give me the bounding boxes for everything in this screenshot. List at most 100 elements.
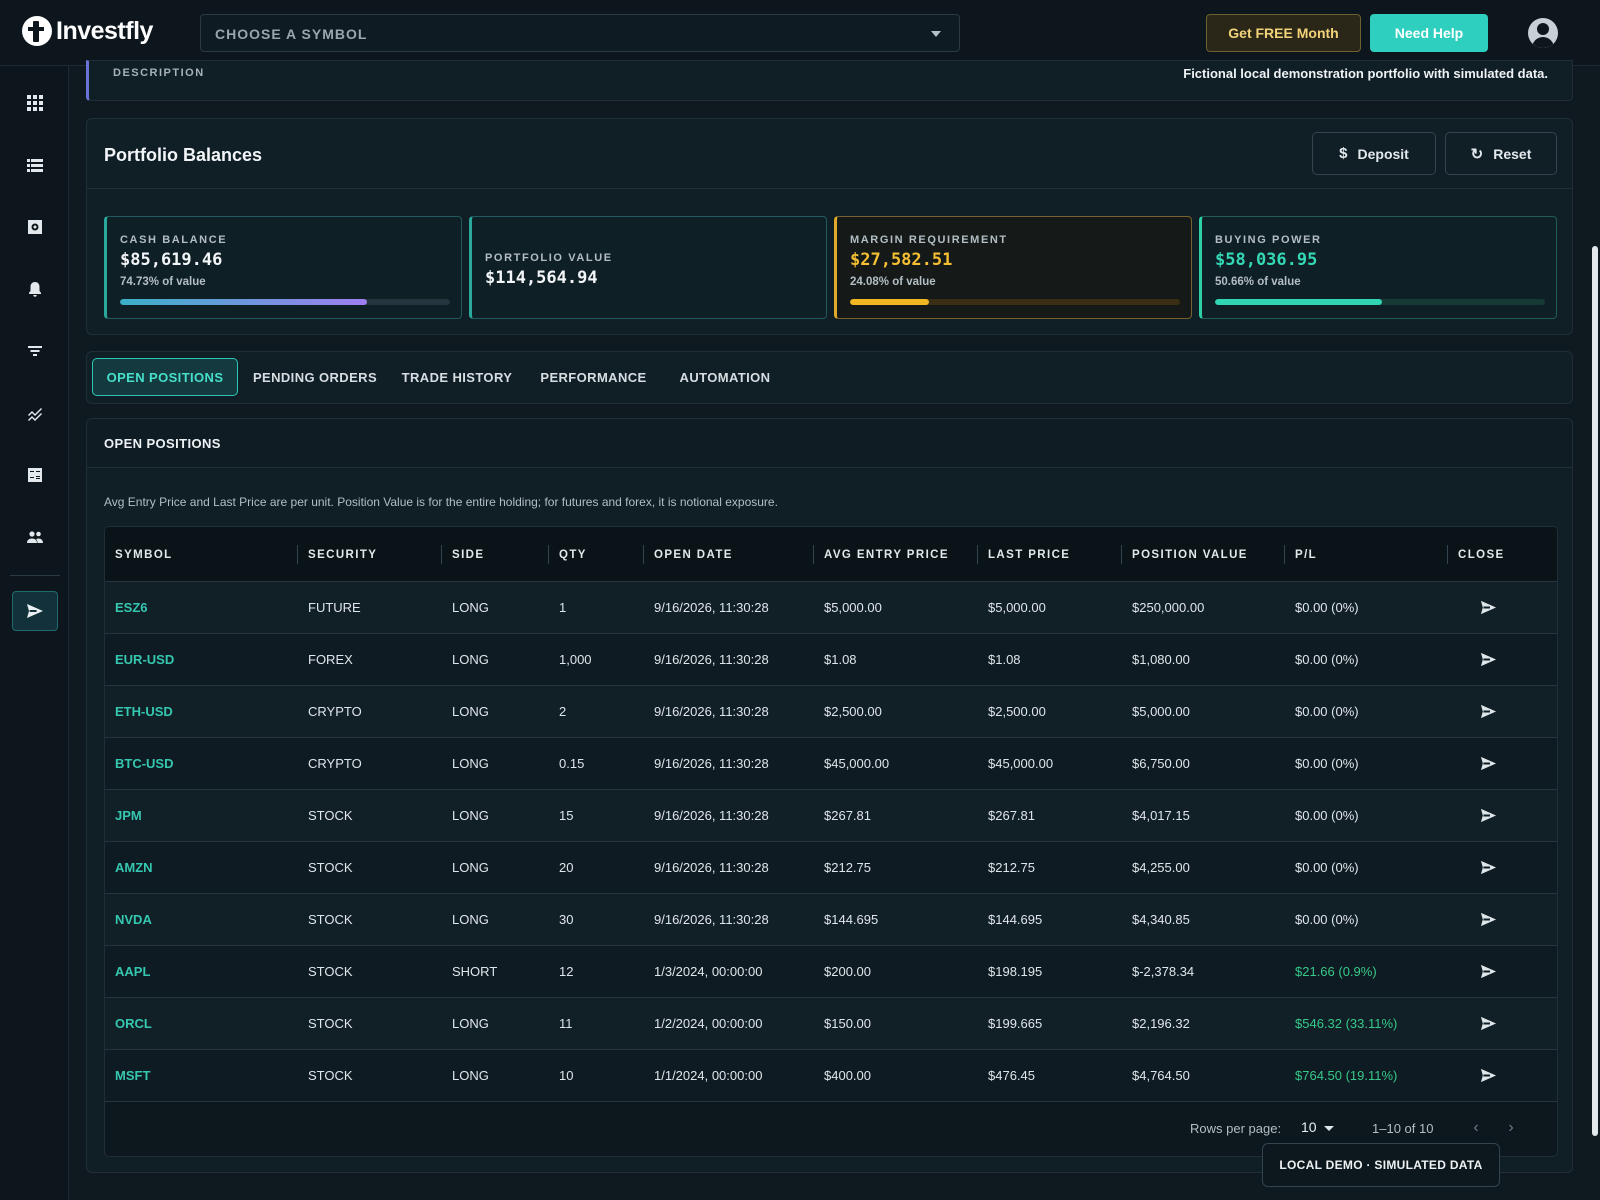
column-header-symbol[interactable]: SYMBOL xyxy=(105,527,298,582)
cell-pl: $546.32 (33.11%) xyxy=(1295,1016,1398,1031)
scrollbar-thumb[interactable] xyxy=(1592,246,1598,1136)
open-positions-panel: OPEN POSITIONS Avg Entry Price and Last … xyxy=(86,418,1573,1173)
cell-symbol[interactable]: AMZN xyxy=(105,842,298,893)
column-header-qty[interactable]: QTY xyxy=(549,527,644,582)
cell-pl: $0.00 (0%) xyxy=(1295,652,1359,667)
bell-icon[interactable] xyxy=(12,269,58,309)
cell-security: CRYPTO xyxy=(308,704,362,719)
column-separator[interactable] xyxy=(297,545,298,564)
cell-symbol[interactable]: NVDA xyxy=(105,894,298,945)
cell-open-date: 9/16/2026, 11:30:28 xyxy=(654,652,769,667)
cell-symbol[interactable]: ORCL xyxy=(105,998,298,1049)
column-header-last-price[interactable]: LAST PRICE xyxy=(978,527,1122,582)
brand-name: Investfly xyxy=(56,16,153,45)
margin-requirement-card: MARGIN REQUIREMENT $27,582.51 24.08% of … xyxy=(834,216,1192,319)
need-help-button[interactable]: Need Help xyxy=(1370,14,1488,52)
table-row: MSFT STOCK LONG 10 1/1/2024, 00:00:00 $400.00… xyxy=(105,1050,1557,1102)
column-separator[interactable] xyxy=(643,545,644,564)
tab-automation[interactable]: AUTOMATION xyxy=(665,358,785,396)
column-header-open-date[interactable]: OPEN DATE xyxy=(644,527,814,582)
close-position-button[interactable] xyxy=(1448,998,1557,1049)
column-separator[interactable] xyxy=(813,545,814,564)
grid-icon[interactable] xyxy=(12,83,58,123)
gear-box-icon[interactable] xyxy=(12,207,58,247)
stat-percent: 74.73% of value xyxy=(120,276,206,288)
tab-performance[interactable]: PERFORMANCE xyxy=(531,358,656,396)
close-position-button[interactable] xyxy=(1448,1050,1557,1101)
tab-open-positions[interactable]: OPEN POSITIONS xyxy=(92,358,238,396)
close-position-button[interactable] xyxy=(1448,946,1557,997)
positions-table: SYMBOL SECURITY SIDE QTY OPEN DATE AVG ENTRY … xyxy=(104,526,1558,1157)
symbol-select[interactable]: CHOOSE A SYMBOL xyxy=(200,14,960,52)
cell-symbol[interactable]: ESZ6 xyxy=(105,582,298,633)
send-icon[interactable] xyxy=(12,591,58,631)
column-header-avg-entry-price[interactable]: AVG ENTRY PRICE xyxy=(814,527,978,582)
cell-symbol[interactable]: JPM xyxy=(105,790,298,841)
deposit-button[interactable]: $ Deposit xyxy=(1312,132,1436,175)
cell-open-date: 1/1/2024, 00:00:00 xyxy=(654,1068,763,1083)
send-icon xyxy=(1480,964,1497,979)
cell-symbol[interactable]: ETH-USD xyxy=(105,686,298,737)
chevron-down-icon[interactable] xyxy=(1324,1126,1334,1131)
people-icon[interactable] xyxy=(12,517,58,557)
column-separator[interactable] xyxy=(1447,545,1448,564)
cell-avg-entry-price: $5,000.00 xyxy=(824,600,882,615)
cell-qty: 1 xyxy=(559,600,567,615)
column-separator[interactable] xyxy=(548,545,549,564)
close-position-button[interactable] xyxy=(1448,894,1557,945)
close-position-button[interactable] xyxy=(1448,738,1557,789)
column-header-position-value[interactable]: POSITION VALUE xyxy=(1122,527,1285,582)
send-icon xyxy=(1480,912,1497,927)
column-separator[interactable] xyxy=(977,545,978,564)
cell-last-price: $5,000.00 xyxy=(988,600,1046,615)
filter-icon[interactable] xyxy=(12,331,58,371)
cell-symbol[interactable]: AAPL xyxy=(105,946,298,997)
cell-open-date: 9/16/2026, 11:30:28 xyxy=(654,704,769,719)
send-icon xyxy=(1480,652,1497,667)
tab-trade-history[interactable]: TRADE HISTORY xyxy=(392,358,522,396)
sidebar xyxy=(0,66,69,1200)
portfolio-balances-card: Portfolio Balances $ Deposit ↻ Reset CAS… xyxy=(86,118,1573,335)
cell-security: STOCK xyxy=(308,1068,353,1083)
close-position-button[interactable] xyxy=(1448,634,1557,685)
cell-avg-entry-price: $45,000.00 xyxy=(824,756,890,771)
cell-symbol[interactable]: BTC-USD xyxy=(105,738,298,789)
calculator-icon[interactable] xyxy=(12,455,58,495)
tab-pending-orders[interactable]: PENDING ORDERS xyxy=(247,358,383,396)
stat-percent: 24.08% of value xyxy=(850,276,936,288)
close-position-button[interactable] xyxy=(1448,842,1557,893)
column-header-side[interactable]: SIDE xyxy=(442,527,549,582)
cell-symbol[interactable]: MSFT xyxy=(105,1050,298,1101)
logo[interactable]: Investfly xyxy=(22,16,153,46)
free-month-button[interactable]: Get FREE Month xyxy=(1206,14,1361,52)
chart-lines-icon[interactable] xyxy=(12,393,58,433)
account-icon[interactable] xyxy=(1528,18,1558,48)
table-row: ETH-USD CRYPTO LONG 2 9/16/2026, 11:30:28 $2,… xyxy=(105,686,1557,738)
rows-per-page-select[interactable]: 10 xyxy=(1301,1119,1317,1135)
cell-pl: $0.00 (0%) xyxy=(1295,704,1359,719)
cell-pl: $764.50 (19.11%) xyxy=(1295,1068,1398,1083)
close-position-button[interactable] xyxy=(1448,790,1557,841)
cell-open-date: 9/16/2026, 11:30:28 xyxy=(654,860,769,875)
chevron-left-icon[interactable]: ‹ xyxy=(1464,1116,1488,1140)
close-position-button[interactable] xyxy=(1448,686,1557,737)
chevron-right-icon[interactable]: › xyxy=(1499,1116,1523,1140)
column-separator[interactable] xyxy=(1121,545,1122,564)
balances-title: Portfolio Balances xyxy=(104,145,263,165)
cell-symbol[interactable]: EUR-USD xyxy=(105,634,298,685)
column-separator[interactable] xyxy=(1284,545,1285,564)
cell-position-value: $-2,378.34 xyxy=(1132,964,1195,979)
rows-per-page-label: Rows per page: xyxy=(1190,1121,1282,1136)
table-row: AAPL STOCK SHORT 12 1/3/2024, 00:00:00 $200.0… xyxy=(105,946,1557,998)
list-icon[interactable] xyxy=(12,145,58,185)
column-header-close[interactable]: CLOSE xyxy=(1448,527,1557,582)
column-header-pl[interactable]: P/L xyxy=(1285,527,1448,582)
cell-avg-entry-price: $150.00 xyxy=(824,1016,871,1031)
cell-pl: $0.00 (0%) xyxy=(1295,808,1359,823)
close-position-button[interactable] xyxy=(1448,582,1557,633)
send-icon xyxy=(1480,1016,1497,1031)
column-header-security[interactable]: SECURITY xyxy=(298,527,442,582)
column-separator[interactable] xyxy=(441,545,442,564)
send-icon xyxy=(1480,1068,1497,1083)
reset-button[interactable]: ↻ Reset xyxy=(1445,132,1557,175)
